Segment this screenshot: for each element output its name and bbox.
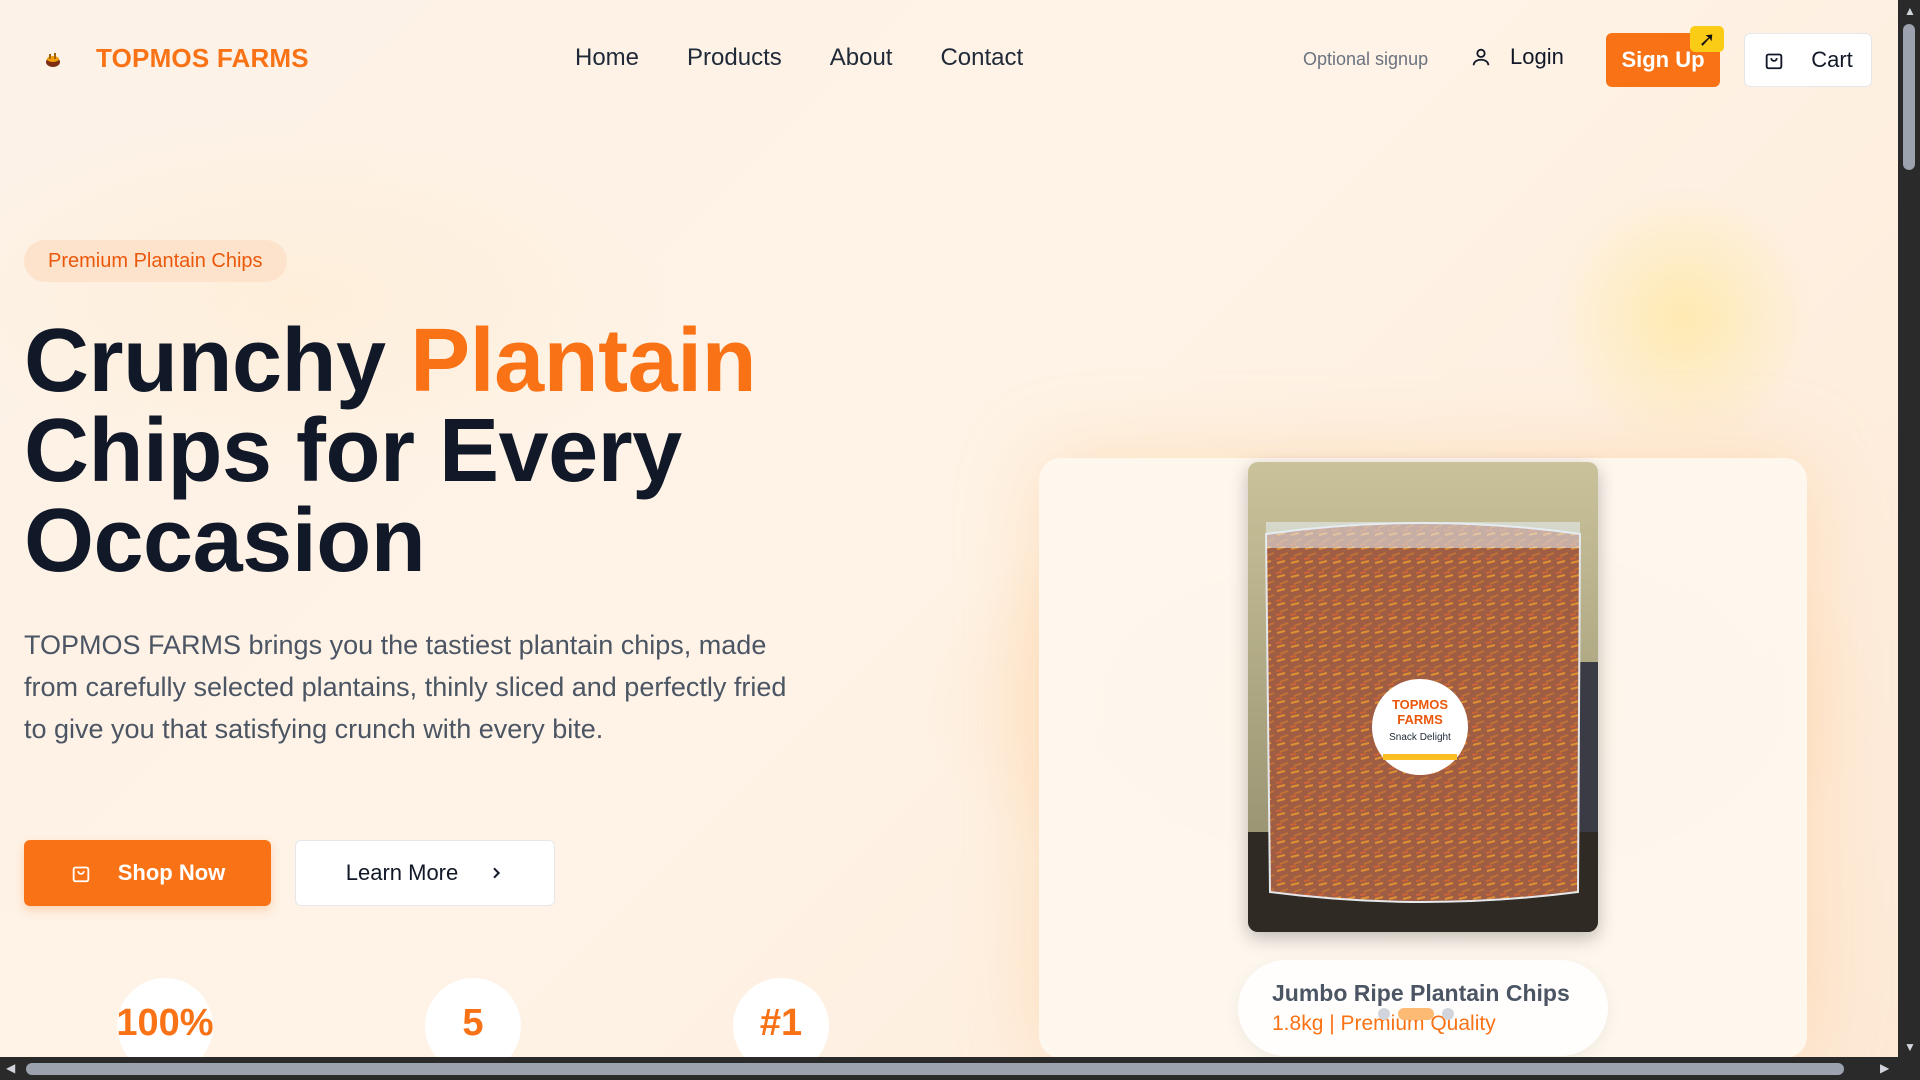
bag-label-brand: TOPMOS (1392, 697, 1448, 712)
bag-label-tagline: Snack Delight (1389, 732, 1451, 743)
chevron-right-icon (493, 867, 501, 879)
top-navbar: TOPMOS FARMS Home Products About Contact… (0, 0, 1898, 120)
product-image[interactable]: TOPMOS FARMS Snack Delight (1248, 462, 1598, 932)
horizontal-scrollbar[interactable]: ◀ ▶ (0, 1057, 1898, 1080)
user-icon (1472, 48, 1490, 66)
scroll-left-icon[interactable]: ◀ (6, 1061, 15, 1075)
hero-description: TOPMOS FARMS brings you the tastiest pla… (24, 630, 787, 744)
product-title: Jumbo Ripe Plantain Chips (1272, 980, 1570, 1006)
carousel-dot-active[interactable] (1398, 1008, 1434, 1020)
brand-name[interactable]: TOPMOS FARMS (96, 43, 309, 74)
cart-label: Cart (1811, 47, 1853, 72)
vertical-scrollbar[interactable]: ▲ ▼ (1898, 0, 1920, 1080)
horizontal-scroll-thumb[interactable] (26, 1063, 1844, 1075)
scroll-right-icon[interactable]: ▶ (1880, 1061, 1889, 1075)
stat-rank: #1 (733, 978, 829, 1057)
carousel-dots (1378, 1008, 1454, 1020)
carousel-dot[interactable] (1442, 1008, 1454, 1020)
stat-quality: 100% (116, 978, 214, 1057)
shopping-bag-icon (1765, 53, 1783, 70)
login-label: Login (1510, 44, 1564, 69)
nav-products-link[interactable]: Products (687, 44, 782, 72)
headline-accent: Plantain (410, 311, 757, 411)
main-nav: Home Products About Contact (575, 44, 1023, 72)
hero-badge: Premium Plantain Chips (24, 240, 287, 282)
bag-label-brand-2: FARMS (1397, 712, 1443, 727)
hero-headline: Crunchy Plantain Chips for Every Occasio… (24, 316, 844, 586)
nav-contact-link[interactable]: Contact (940, 44, 1023, 72)
landing-page: TOPMOS FARMS Home Products About Contact… (0, 0, 1898, 1057)
optional-signup-note: Optional signup (1303, 49, 1429, 69)
carousel-dot[interactable] (1378, 1008, 1390, 1020)
shop-now-button[interactable]: Shop Now (24, 840, 271, 906)
nav-home-link[interactable]: Home (575, 44, 639, 72)
product-caption: Jumbo Ripe Plantain Chips 1.8kg | Premiu… (1238, 960, 1608, 1056)
scroll-up-icon[interactable]: ▲ (1904, 4, 1916, 18)
learn-more-label: Learn More (345, 860, 459, 885)
shopping-bag-icon (72, 866, 89, 883)
nav-about-link[interactable]: About (830, 44, 893, 72)
scrollbar-corner (1898, 1057, 1920, 1080)
plantain-basket-icon[interactable] (44, 52, 62, 68)
headline-part1: Crunchy (24, 311, 411, 411)
learn-more-button[interactable]: Learn More (295, 840, 555, 906)
shop-now-label: Shop Now (117, 860, 226, 885)
cart-button[interactable]: Cart (1744, 33, 1872, 87)
stat-count: 5 (425, 978, 521, 1057)
vertical-scroll-thumb[interactable] (1903, 24, 1915, 170)
login-button[interactable]: Login (1470, 44, 1564, 70)
headline-part2: Chips for Every Occasion (24, 401, 682, 591)
scroll-down-icon[interactable]: ▼ (1904, 1040, 1916, 1054)
pointer-cursor-icon: ➚ (1690, 26, 1724, 52)
